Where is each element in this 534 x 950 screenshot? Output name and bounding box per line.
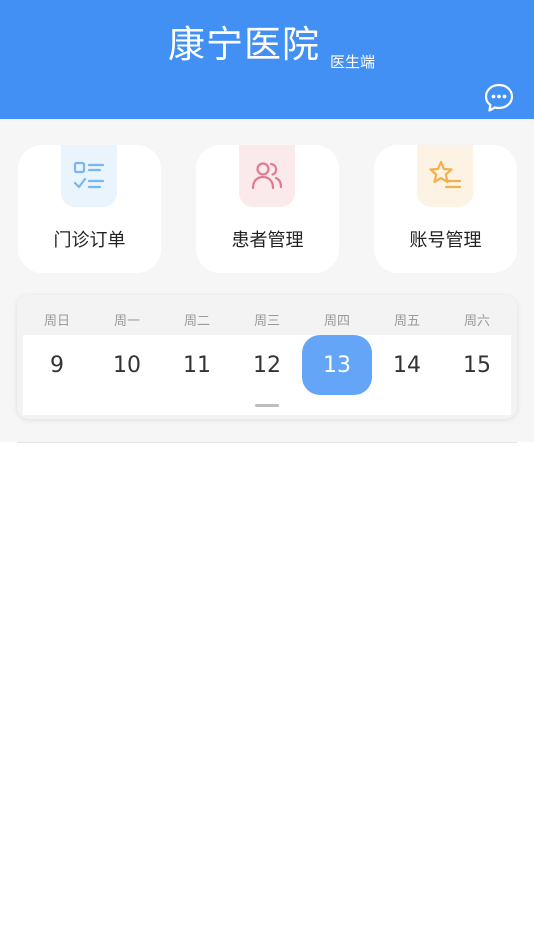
weekday-thu: 周四 <box>323 314 350 329</box>
weekday-wed: 周三 <box>253 314 280 329</box>
weekday-tue: 周二 <box>183 314 210 329</box>
calendar-day[interactable]: 11 <box>162 335 232 395</box>
calendar-day[interactable]: 12 <box>232 335 302 395</box>
patient-management-label: 患者管理 <box>231 230 304 251</box>
hospital-title: 康宁医院 <box>168 23 320 66</box>
calendar-expand-handle[interactable] <box>255 404 279 407</box>
weekday-sat: 周六 <box>463 314 490 329</box>
calendar-day[interactable]: 15 <box>442 335 512 395</box>
patients-icon <box>239 145 295 207</box>
calendar-day[interactable]: 10 <box>92 335 162 395</box>
order-list-icon <box>61 145 117 207</box>
weekday-sun: 周日 <box>43 314 70 329</box>
weekday-mon: 周一 <box>113 314 140 329</box>
outpatient-orders-card[interactable]: 门诊订单 <box>18 145 161 273</box>
outpatient-orders-label: 门诊订单 <box>53 230 126 251</box>
patient-management-card[interactable]: 患者管理 <box>196 145 339 273</box>
account-management-card[interactable]: 账号管理 <box>374 145 517 273</box>
calendar-day[interactable]: 14 <box>372 335 442 395</box>
app-header: 康宁医院 医生端 <box>0 0 534 119</box>
star-list-icon <box>417 145 473 207</box>
client-subtitle: 医生端 <box>330 53 376 71</box>
calendar-day-selected[interactable]: 13 <box>302 335 372 395</box>
week-calendar: 周日 周一 周二 周三 周四 周五 周六 9 10 11 12 13 14 15 <box>17 295 517 419</box>
chat-bubble-icon[interactable] <box>483 82 515 114</box>
calendar-day[interactable]: 9 <box>22 335 92 395</box>
divider <box>17 442 517 443</box>
main-content: 门诊订单 患者管理 账号管理 周日 周一 周二 周三 周四 周五 周六 9 10… <box>0 119 534 442</box>
weekday-fri: 周五 <box>393 314 420 329</box>
account-management-label: 账号管理 <box>409 230 482 251</box>
